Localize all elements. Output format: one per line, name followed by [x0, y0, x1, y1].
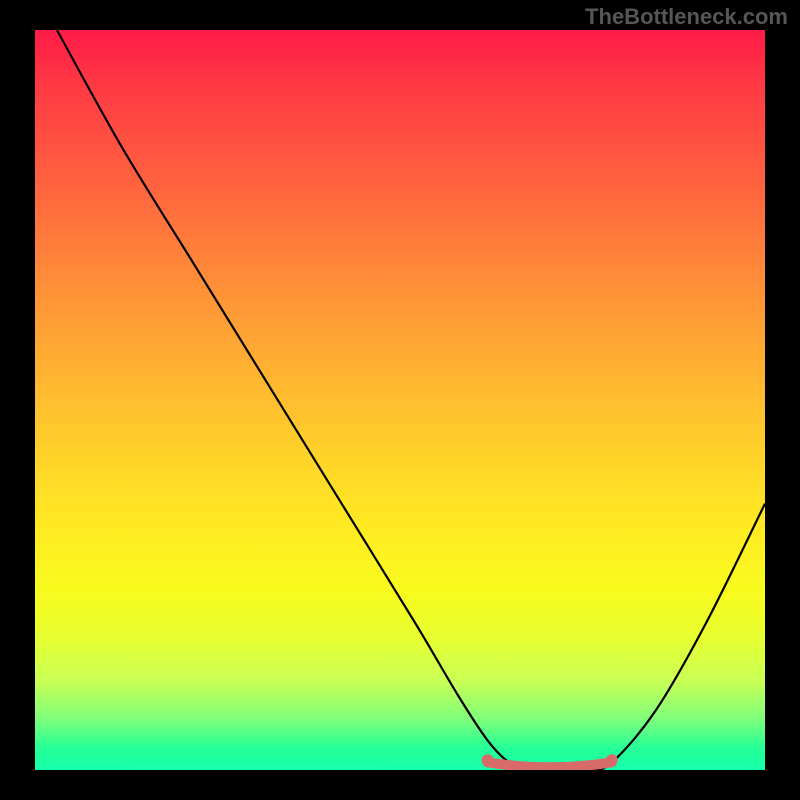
chart-container: TheBottleneck.com: [0, 0, 800, 800]
flat-segment-dot-right: [606, 754, 618, 766]
curve-svg: [35, 30, 765, 770]
bottleneck-curve-line: [57, 30, 765, 770]
flat-segment-dot-left: [482, 754, 494, 766]
attribution-text: TheBottleneck.com: [585, 4, 788, 30]
flat-segment-highlight: [488, 762, 612, 767]
plot-area: [35, 30, 765, 770]
